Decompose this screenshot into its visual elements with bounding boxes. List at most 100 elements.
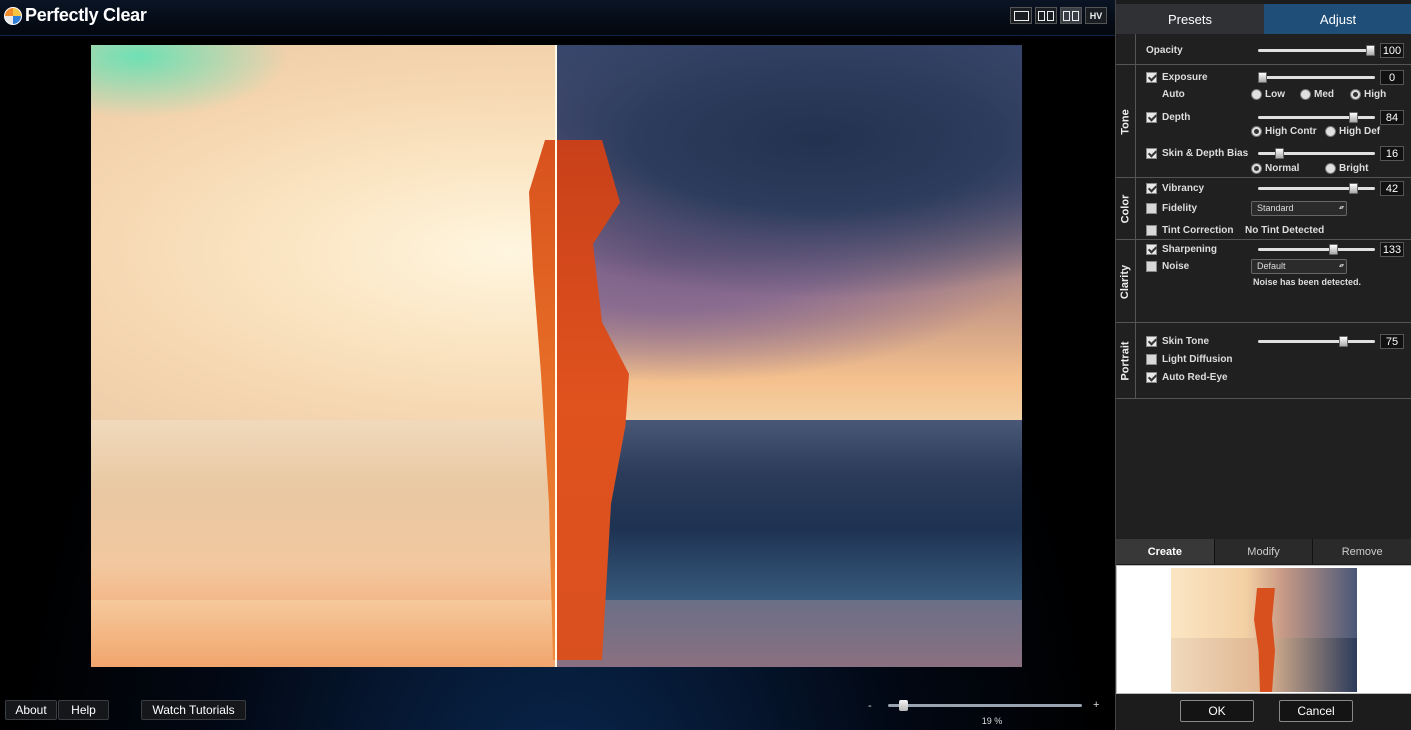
bright-radio[interactable]: Bright [1325,163,1368,174]
vibrancy-row: Vibrancy 42 [1116,181,1411,197]
tab-adjust[interactable]: Adjust [1264,4,1411,34]
sharpening-slider-thumb[interactable] [1329,244,1338,255]
fidelity-select[interactable]: Standard [1251,201,1347,216]
depth-slider[interactable] [1258,112,1375,123]
skin-tone-slider-thumb[interactable] [1339,336,1348,347]
fidelity-checkbox[interactable] [1146,203,1157,214]
preset-action-bar: Create Modify Remove [1116,539,1411,564]
skin-tone-slider[interactable] [1258,336,1375,347]
vibrancy-label: Vibrancy [1162,183,1205,194]
exposure-row: Exposure 0 [1116,70,1411,86]
hv-view-button[interactable]: HV [1085,7,1107,24]
exposure-label: Exposure [1162,72,1208,83]
ok-button[interactable]: OK [1180,700,1254,722]
red-eye-label: Auto Red-Eye [1162,372,1228,383]
watch-tutorials-button[interactable]: Watch Tutorials [141,700,246,720]
fidelity-label: Fidelity [1162,203,1198,214]
normal-radio[interactable]: Normal [1251,163,1299,174]
zoom-slider[interactable] [888,700,1082,711]
noise-status: Noise has been detected. [1253,277,1362,287]
opacity-value[interactable]: 100 [1380,43,1404,58]
preset-thumbnail[interactable] [1171,568,1357,692]
noise-select[interactable]: Default [1251,259,1347,274]
exposure-checkbox[interactable] [1146,72,1157,83]
tab-presets[interactable]: Presets [1116,4,1264,34]
vibrancy-value[interactable]: 42 [1380,181,1404,196]
auto-high-radio[interactable]: High [1350,89,1386,100]
skin-tone-value[interactable]: 75 [1380,334,1404,349]
depth-checkbox[interactable] [1146,112,1157,123]
side-by-side-view-button[interactable] [1035,7,1057,24]
skin-depth-row: Skin & Depth Bias 16 [1116,146,1411,162]
single-view-button[interactable] [1010,7,1032,24]
opacity-label: Opacity [1146,45,1183,56]
before-image [91,45,556,667]
vibrancy-slider[interactable] [1258,183,1375,194]
sharpening-value[interactable]: 133 [1380,242,1404,257]
light-diffusion-label: Light Diffusion [1162,354,1233,365]
sharpening-label: Sharpening [1162,244,1218,255]
tint-label: Tint Correction [1162,225,1234,236]
noise-label: Noise [1162,261,1190,272]
skin-tone-row: Skin Tone 75 [1116,334,1411,350]
tint-checkbox[interactable] [1146,225,1157,236]
top-bar: Perfectly Clear HV [0,0,1115,36]
panel-tabs: Presets Adjust [1116,4,1411,34]
exposure-slider[interactable] [1258,72,1375,83]
skin-tone-checkbox[interactable] [1146,336,1157,347]
create-button[interactable]: Create [1116,539,1215,564]
perfectly-clear-logo-icon [4,6,22,25]
exposure-value[interactable]: 0 [1380,70,1404,85]
skin-depth-slider[interactable] [1258,148,1375,159]
zoom-out-button[interactable]: - [868,700,872,712]
vibrancy-slider-thumb[interactable] [1349,183,1358,194]
opacity-slider-thumb[interactable] [1366,45,1375,56]
depth-slider-thumb[interactable] [1349,112,1358,123]
preset-thumbnail-area [1116,565,1411,694]
depth-value[interactable]: 84 [1380,110,1404,125]
remove-button[interactable]: Remove [1313,539,1411,564]
sharpening-checkbox[interactable] [1146,244,1157,255]
sharpening-slider[interactable] [1258,244,1375,255]
depth-label: Depth [1162,112,1191,123]
zoom-in-button[interactable]: + [1093,699,1099,711]
opacity-slider[interactable] [1258,45,1375,56]
cancel-button[interactable]: Cancel [1279,700,1353,722]
photo-preview[interactable] [91,45,1022,667]
noise-row: Noise Default [1116,259,1411,275]
skin-depth-slider-thumb[interactable] [1275,148,1284,159]
light-diffusion-row: Light Diffusion [1116,352,1411,368]
vibrancy-checkbox[interactable] [1146,183,1157,194]
clarity-section: Clarity Sharpening 133 Noise Default Noi… [1116,240,1411,323]
exposure-slider-thumb[interactable] [1258,72,1267,83]
auto-row: Auto Low Med High [1116,87,1411,103]
split-divider-handle[interactable] [555,45,557,667]
tint-row: Tint Correction No Tint Detected [1116,223,1411,239]
single-view-icon [1013,10,1029,21]
help-button[interactable]: Help [58,700,109,720]
skin-depth-checkbox[interactable] [1146,148,1157,159]
adjust-settings: Opacity 100 Tone Exposure 0 Auto Low Med… [1116,34,1411,539]
adjust-panel: Presets Adjust Opacity 100 Tone Exposure… [1115,0,1411,730]
modify-button[interactable]: Modify [1215,539,1314,564]
view-mode-toolbar: HV [1010,7,1107,24]
skin-tone-label: Skin Tone [1162,336,1210,347]
auto-med-radio[interactable]: Med [1300,89,1334,100]
skin-mode-row: Normal Bright [1116,161,1411,177]
high-contr-radio[interactable]: High Contr [1251,126,1317,137]
zoom-slider-thumb[interactable] [899,700,908,711]
skin-depth-label: Skin & Depth Bias [1162,148,1249,159]
about-button[interactable]: About [5,700,57,720]
app-logo: Perfectly Clear [4,5,147,26]
sharpening-row: Sharpening 133 [1116,242,1411,258]
light-diffusion-checkbox[interactable] [1146,354,1157,365]
split-view-button[interactable] [1060,7,1082,24]
noise-checkbox[interactable] [1146,261,1157,272]
fidelity-row: Fidelity Standard [1116,201,1411,217]
skin-depth-value[interactable]: 16 [1380,146,1404,161]
high-def-radio[interactable]: High Def [1325,126,1380,137]
image-workspace: Perfectly Clear HV About Help Watch Tuto… [0,0,1115,730]
depth-mode-row: High Contr High Def [1116,124,1411,140]
red-eye-checkbox[interactable] [1146,372,1157,383]
auto-low-radio[interactable]: Low [1251,89,1285,100]
